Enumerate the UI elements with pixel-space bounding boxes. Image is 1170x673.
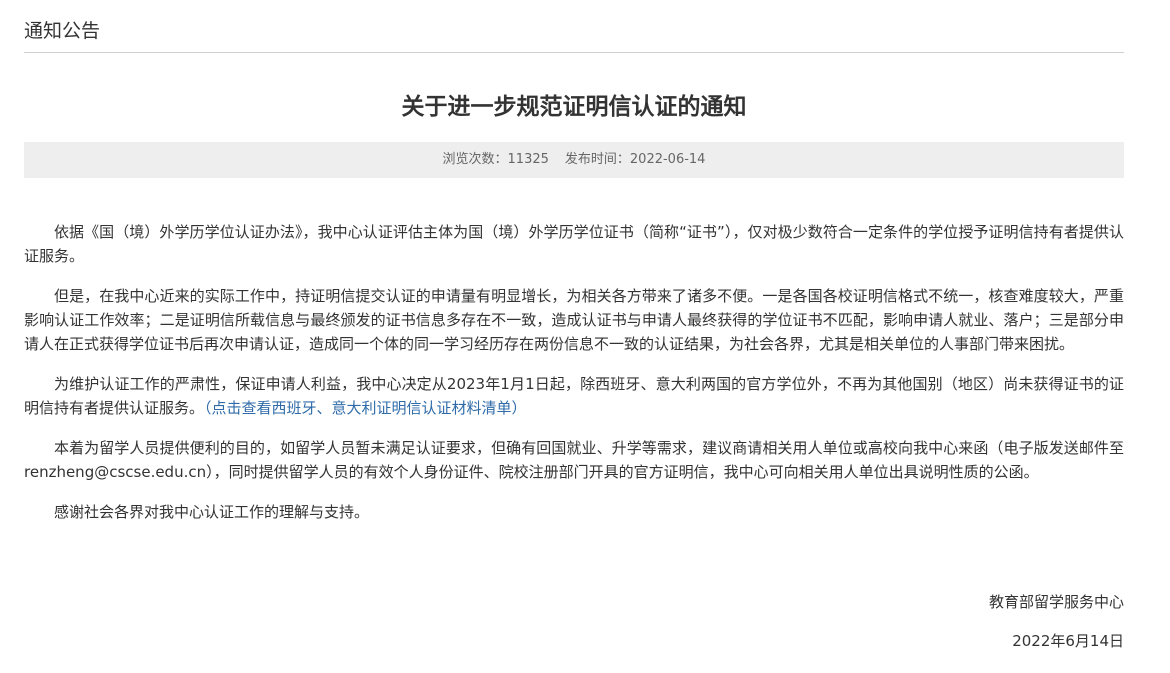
section-title: 通知公告	[24, 20, 101, 42]
views-count: 11325	[507, 152, 549, 167]
paragraph-3: 为维护认证工作的严肃性，保证申请人利益，我中心决定从2023年1月1日起，除西班…	[24, 372, 1124, 420]
article-content: 依据《国（境）外学历学位认证办法》，我中心认证评估主体为国（境）外学历学位证书（…	[24, 220, 1124, 524]
publish-date: 2022-06-14	[629, 152, 706, 167]
paragraph-2: 但是，在我中心近来的实际工作中，持证明信提交认证的申请量有明显增长，为相关各方带…	[24, 287, 1124, 353]
views-label: 浏览次数：	[442, 152, 508, 167]
materials-list-link[interactable]: （点击查看西班牙、意大利证明信认证材料清单）	[204, 399, 527, 417]
article-meta-bar: 浏览次数：11325 发布时间：2022-06-14	[24, 142, 1124, 178]
publish-date-label: 发布时间：	[564, 152, 630, 167]
paragraph-4: 本着为留学人员提供便利的目的，如留学人员暂未满足认证要求，但确有回国就业、升学等…	[24, 439, 1124, 481]
signature-date: 2022年6月14日	[1012, 632, 1124, 650]
notice-page: 通知公告 关于进一步规范证明信认证的通知 浏览次数：11325 发布时间：2022…	[0, 0, 1170, 673]
section-header: 通知公告	[24, 0, 1124, 53]
paragraph-5: 感谢社会各界对我中心认证工作的理解与支持。	[54, 503, 370, 521]
article-title: 关于进一步规范证明信认证的通知	[401, 94, 747, 121]
paragraph-1: 依据《国（境）外学历学位认证办法》，我中心认证评估主体为国（境）外学历学位证书（…	[24, 223, 1124, 265]
paragraph-3-text: 为维护认证工作的严肃性，保证申请人利益，我中心决定从2023年1月1日起，除西班…	[24, 375, 1124, 417]
issuer-signature: 教育部留学服务中心	[988, 593, 1124, 611]
